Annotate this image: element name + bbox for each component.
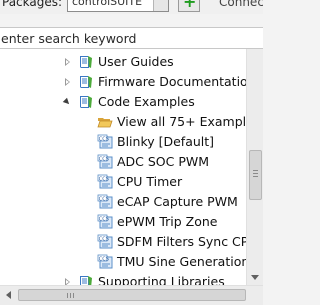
package-toolbar: Packages: controlSUITE + Connect (0, 0, 263, 14)
ccs-project-icon: CCS (97, 154, 113, 169)
grip-line (73, 293, 74, 298)
book-icon (80, 56, 92, 68)
tree-item-epwm-trip-zone[interactable]: CCS ePWM Trip Zone (0, 212, 246, 232)
tree-item-label: Firmware Documentation (98, 74, 246, 89)
packages-label: Packages: (2, 0, 63, 9)
svg-text:CCS: CCS (99, 176, 109, 182)
grip-line (70, 293, 71, 298)
folder-open-icon (97, 118, 113, 128)
svg-text:CCS: CCS (99, 256, 109, 262)
book-icon (80, 276, 92, 285)
tree-item-code-examples[interactable]: Code Examples (0, 92, 246, 112)
connect-label[interactable]: Connect (219, 0, 263, 9)
ccs-project-icon: CCS (97, 234, 113, 249)
collapse-arrow-icon[interactable] (63, 97, 73, 107)
tree-item-label: Code Examples (98, 94, 195, 109)
tree-item-label: ePWM Trip Zone (117, 214, 218, 229)
vertical-scrollbar[interactable] (246, 49, 263, 285)
ccs-project-icon: CCS (97, 174, 113, 189)
svg-text:CCS: CCS (99, 156, 109, 162)
scroll-down-arrow-icon[interactable] (247, 271, 263, 285)
resource-tree: User Guides Firmware Documentation Code … (0, 49, 246, 285)
tree-item-label: CPU Timer (117, 174, 183, 189)
tree-item-sdfm-filters-sync-cpu[interactable]: CCS SDFM Filters Sync CPU (0, 232, 246, 252)
tree-item-cpu-timer[interactable]: CCS CPU Timer (0, 172, 246, 192)
packages-select[interactable]: controlSUITE (67, 0, 169, 12)
expand-arrow-icon[interactable] (63, 277, 73, 285)
packages-select-value: controlSUITE (72, 0, 143, 8)
tree-item-label: Supporting Libraries (98, 274, 225, 285)
tree-item-label: View all 75+ Examples (117, 114, 246, 129)
tree-item-label: User Guides (98, 54, 174, 69)
svg-text:CCS: CCS (99, 196, 109, 202)
expand-arrow-icon[interactable] (63, 57, 73, 67)
tree-item-tmu-sine-generation[interactable]: CCS TMU Sine Generation (0, 252, 246, 272)
vertical-scroll-thumb[interactable] (249, 150, 262, 200)
ccs-project-icon: CCS (97, 254, 113, 269)
plus-icon: + (183, 0, 197, 11)
book-icon (80, 96, 92, 108)
grip-line (67, 293, 68, 298)
svg-text:CCS: CCS (99, 236, 109, 242)
svg-text:CCS: CCS (99, 216, 109, 222)
tree-item-user-guides[interactable]: User Guides (0, 52, 246, 72)
tree-item-supporting-libraries[interactable]: Supporting Libraries (0, 272, 246, 285)
tree-item-label: SDFM Filters Sync CPU (117, 234, 246, 249)
grip-line (253, 173, 258, 174)
tree-item-blinky[interactable]: CCS Blinky [Default] (0, 132, 246, 152)
chevron-down-icon[interactable] (153, 0, 168, 11)
tree-item-label: Blinky [Default] (117, 134, 215, 149)
scroll-left-arrow-icon[interactable] (0, 286, 18, 305)
grip-line (253, 176, 258, 177)
ccs-project-icon: CCS (97, 194, 113, 209)
tree-item-label: TMU Sine Generation (117, 254, 246, 269)
horizontal-scroll-thumb[interactable] (18, 289, 246, 301)
tree-item-view-all-examples[interactable]: View all 75+ Examples (0, 112, 246, 132)
expand-arrow-icon[interactable] (63, 77, 73, 87)
tree-item-adc-soc-pwm[interactable]: CCS ADC SOC PWM (0, 152, 246, 172)
add-package-button[interactable]: + (178, 0, 200, 12)
horizontal-scrollbar[interactable] (0, 285, 263, 305)
ccs-project-icon: CCS (97, 134, 113, 149)
search-input[interactable] (0, 27, 263, 49)
grip-line (253, 170, 258, 171)
svg-text:CCS: CCS (99, 136, 109, 142)
tree-item-label: eCAP Capture PWM (117, 194, 238, 209)
book-icon (80, 76, 92, 88)
tree-item-firmware-documentation[interactable]: Firmware Documentation (0, 72, 246, 92)
tree-item-ecap-capture-pwm[interactable]: CCS eCAP Capture PWM (0, 192, 246, 212)
ccs-project-icon: CCS (97, 214, 113, 229)
tree-item-label: ADC SOC PWM (117, 154, 210, 169)
